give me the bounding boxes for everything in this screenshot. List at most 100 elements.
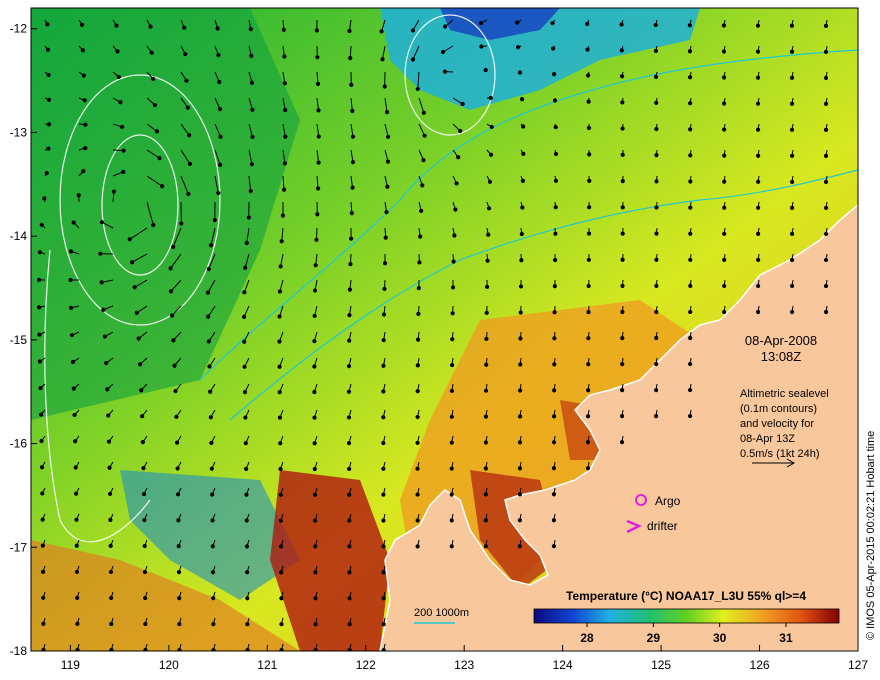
velocity-arrowhead [347,466,352,472]
velocity-arrowhead [211,622,216,627]
x-tick-label: 123 [454,658,474,672]
velocity-arrowhead [823,257,829,263]
velocity-arrowhead [152,102,157,108]
velocity-arrowhead [585,414,591,419]
velocity-arrowhead [313,570,318,575]
velocity-arrowhead [654,257,659,262]
velocity-arrowhead [279,239,284,244]
velocity-arrowhead [106,439,112,444]
velocity-arrowhead [654,387,659,393]
velocity-arrowhead [109,621,114,627]
velocity-arrowhead [277,390,282,395]
velocity-arrowhead [415,86,420,92]
velocity-arrowhead [789,205,795,210]
velocity-arrowhead [151,222,156,228]
velocity-arrowhead [620,231,625,236]
velocity-arrowhead [149,50,154,55]
velocity-arrowhead [279,596,284,601]
y-tick-label: -15 [10,333,28,347]
y-tick-label: -16 [10,437,28,451]
velocity-arrowhead [553,178,559,183]
velocity-arrowhead [350,134,356,139]
velocity-arrowhead [483,518,488,523]
velocity-arrowhead [654,153,659,158]
velocity-arrowhead [81,169,86,174]
velocity-arrowhead [313,622,318,627]
velocity-arrowhead [410,28,415,33]
velocity-arrowhead [121,169,126,174]
velocity-arrowhead [789,179,795,184]
velocity-arrowhead [550,21,555,26]
velocity-arrowhead [140,414,145,419]
velocity-arrowhead [143,621,148,627]
velocity-arrowhead [39,222,44,227]
velocity-arrowhead [450,285,456,290]
velocity-arrowhead [521,151,526,156]
velocity-arrowhead [687,49,693,54]
velocity-arrowhead [283,107,288,113]
velocity-arrowhead [116,74,121,80]
velocity-arrowhead [449,362,455,368]
velocity-arrowhead [620,257,625,262]
velocity-arrowhead [586,362,591,367]
velocity-arrowhead [39,465,45,470]
velocity-arrowhead [586,388,591,393]
y-tick-label: -13 [10,125,28,139]
velocity-arrowhead [653,74,659,79]
velocity-arrowhead [242,364,247,369]
velocity-arrowhead [243,265,248,270]
velocity-arrowhead [175,492,181,497]
velocity-arrowhead [206,339,211,344]
velocity-arrowhead [40,491,45,496]
velocity-arrowhead [654,100,659,106]
velocity-arrowhead [452,233,457,238]
velocity-arrowhead [789,231,795,236]
velocity-arrowhead [186,191,191,197]
velocity-arrowhead [244,518,249,523]
velocity-arrowhead [80,48,85,53]
velocity-arrowhead [108,543,113,549]
velocity-arrowhead [383,235,388,240]
velocity-arrowhead [176,544,181,549]
velocity-arrowhead [654,309,659,315]
velocity-arrowhead [381,492,386,497]
velocity-arrowhead [174,414,179,419]
velocity-arrowhead [45,47,51,52]
x-tick-label: 127 [848,658,868,672]
velocity-arrowhead [46,72,51,78]
velocity-arrowhead [722,127,727,132]
velocity-arrowhead [486,232,491,237]
velocity-arrowhead [478,20,484,26]
velocity-arrowhead [789,283,795,289]
velocity-arrowhead [137,362,143,367]
velocity-arrowhead [350,160,356,165]
velocity-arrowhead [484,336,489,341]
velocity-arrowhead [415,414,420,420]
velocity-arrowhead [479,44,484,49]
velocity-arrowhead [585,440,591,445]
colorbar-tick-label: 31 [779,631,793,645]
sst-map-figure: 119 120 121 122 123 124 125 126 127 -12 -13 -14 -15… [10,7,877,672]
velocity-arrowhead [789,257,795,263]
velocity-arrowhead [789,153,795,158]
x-tick-label: 121 [257,658,277,672]
velocity-arrowhead [277,364,282,369]
velocity-arrowhead [314,28,319,33]
velocity-arrowhead [74,569,80,574]
velocity-arrowhead [518,284,524,289]
velocity-arrowhead [620,362,625,367]
velocity-arrowhead [519,258,524,263]
velocity-arrowhead [823,127,829,132]
velocity-arrowhead [40,517,45,522]
velocity-arrowhead [654,179,659,184]
velocity-arrowhead [381,440,386,446]
velocity-arrowhead [107,491,113,496]
velocity-arrowhead [653,48,658,53]
velocity-arrowhead [210,492,215,497]
velocity-arrowhead [483,544,488,549]
velocity-arrowhead [278,518,284,523]
velocity-arrowhead [722,231,727,236]
colorbar-title: Temperature (°C) NOAA17_L3U 55% ql>=4 [566,589,806,603]
velocity-arrowhead [483,466,488,471]
velocity-arrowhead [248,189,253,194]
